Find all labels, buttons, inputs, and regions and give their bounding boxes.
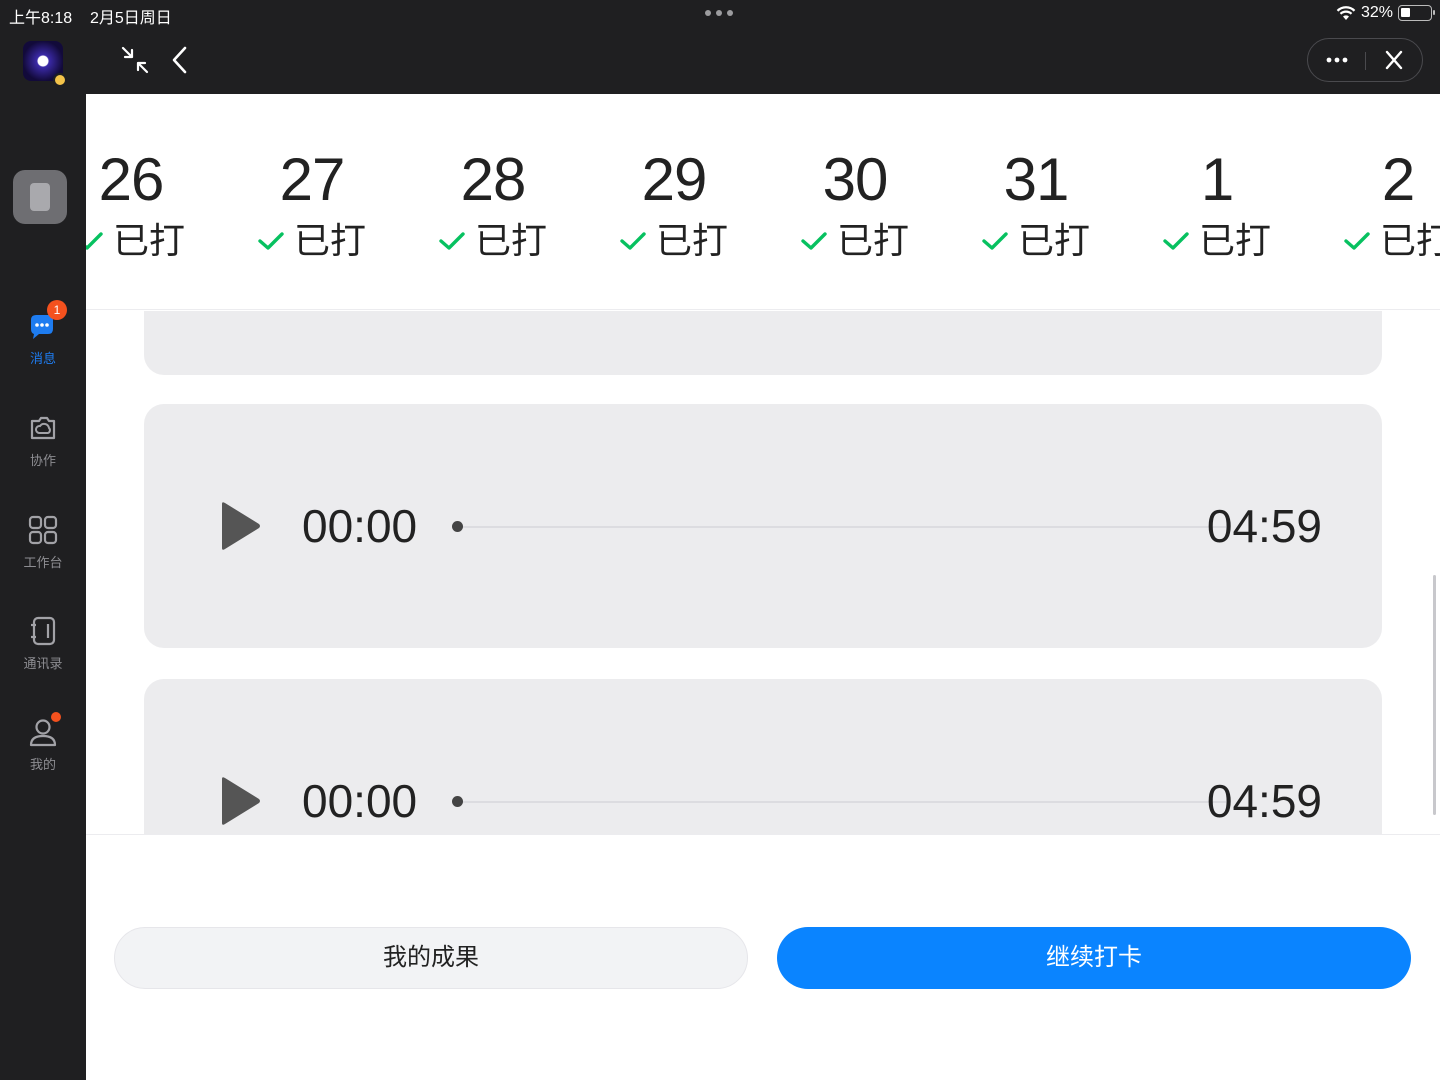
grid-apps-icon [27, 514, 59, 546]
day-number: 30 [822, 146, 889, 213]
contacts-book-icon [27, 615, 59, 647]
main-content: 26 已打 27 已打 28 已打 29 已打 30 已打 31 已打 1 已打… [86, 94, 1440, 1080]
day-number: 27 [279, 146, 346, 213]
sidebar-item-contacts[interactable]: 通讯录 [0, 615, 86, 672]
day-status-label: 已打 [655, 220, 728, 261]
day-item[interactable]: 26 已打 [86, 144, 221, 266]
audio-list[interactable]: 00:00 04:59 00:00 04:59 [86, 311, 1440, 834]
bottom-action-bar: 我的成果 继续打卡 [86, 834, 1440, 1080]
my-results-button[interactable]: 我的成果 [114, 927, 748, 989]
progress-knob[interactable] [452, 796, 463, 807]
progress-knob[interactable] [452, 521, 463, 532]
day-status-label: 已打 [474, 220, 547, 261]
battery-percent: 32% [1360, 4, 1393, 21]
multitasking-dots-icon[interactable] [705, 10, 733, 16]
mini-program-topbar [86, 28, 1440, 94]
close-icon [1385, 50, 1403, 70]
more-dots-icon [1326, 57, 1348, 63]
avatar-status-badge [53, 73, 67, 87]
sidebar-item-label: 我的 [29, 757, 56, 772]
check-icon [1163, 232, 1189, 250]
day-item[interactable]: 29 已打 [584, 144, 764, 266]
check-icon [258, 232, 284, 250]
cloud-folder-icon [27, 412, 59, 444]
total-time: 04:59 [1206, 500, 1322, 552]
day-status-label: 已打 [1198, 220, 1271, 261]
day-status-label: 已打 [1017, 220, 1090, 261]
day-item[interactable]: 2 已打 [1308, 144, 1440, 266]
calendar-strip[interactable]: 26 已打 27 已打 28 已打 29 已打 30 已打 31 已打 1 已打… [86, 94, 1440, 310]
shrink-arrows-icon [121, 46, 149, 74]
day-item[interactable]: 31 已打 [946, 144, 1126, 266]
sidebar-item-me[interactable]: 我的 [0, 712, 86, 773]
capsule-divider [1365, 52, 1366, 70]
sidebar-item-label: 通讯录 [23, 656, 63, 671]
progress-track[interactable] [452, 521, 1226, 532]
sidebar-item-label: 消息 [29, 351, 56, 366]
sidebar: 1 消息 协作 工作台 通讯录 我的 [0, 28, 86, 1080]
check-icon [86, 232, 103, 250]
capsule-menu [1307, 38, 1423, 82]
day-status-label: 已打 [1379, 220, 1440, 261]
day-item[interactable]: 28 已打 [403, 144, 583, 266]
sidebar-item-label: 协作 [29, 453, 56, 468]
close-button[interactable] [1382, 49, 1406, 71]
status-time: 上午8:18 [9, 10, 73, 27]
day-number: 31 [1003, 146, 1070, 213]
shrink-window-button[interactable] [119, 44, 151, 76]
play-icon [222, 502, 260, 550]
continue-checkin-button[interactable]: 继续打卡 [777, 927, 1411, 989]
day-number: 1 [1200, 146, 1234, 213]
day-status-label: 已打 [293, 220, 366, 261]
audio-card: 00:00 04:59 [144, 679, 1382, 834]
total-time: 04:59 [1206, 775, 1322, 827]
progress-track[interactable] [452, 796, 1226, 807]
chevron-left-icon [172, 46, 187, 74]
day-status-label: 已打 [836, 220, 909, 261]
app-avatar[interactable] [23, 41, 67, 87]
audio-card-partial [144, 311, 1382, 375]
day-item[interactable]: 27 已打 [222, 144, 402, 266]
status-date: 2月5日周日 [90, 10, 172, 27]
day-number: 2 [1381, 146, 1415, 213]
check-icon [439, 232, 465, 250]
audio-card: 00:00 04:59 [144, 404, 1382, 648]
more-button[interactable] [1324, 49, 1350, 71]
status-bar: 上午8:18 2月5日周日 32% [0, 0, 1440, 28]
notification-dot [51, 712, 61, 722]
sidebar-item-messages[interactable]: 1 消息 [0, 300, 86, 367]
battery-icon [1398, 5, 1435, 21]
day-number: 26 [98, 146, 165, 213]
day-number: 29 [641, 146, 708, 213]
unread-badge: 1 [47, 300, 67, 320]
mini-app-slot-icon[interactable] [13, 170, 67, 224]
sidebar-item-workbench[interactable]: 工作台 [0, 514, 86, 571]
back-button[interactable] [166, 44, 192, 76]
check-icon [620, 232, 646, 250]
current-time: 00:00 [302, 500, 418, 552]
play-button[interactable] [219, 776, 261, 826]
play-button[interactable] [219, 501, 261, 551]
wifi-icon [1336, 5, 1356, 20]
sidebar-item-label: 工作台 [23, 555, 63, 570]
app-root: 上午8:18 2月5日周日 32% 1 消息 协作 工作台 通讯录 我的 26 … [0, 0, 1440, 1080]
sidebar-item-collab[interactable]: 协作 [0, 412, 86, 469]
play-icon [222, 777, 260, 825]
day-status-label: 已打 [112, 220, 185, 261]
day-number: 28 [460, 146, 527, 213]
check-icon [1344, 232, 1370, 250]
day-item[interactable]: 30 已打 [765, 144, 945, 266]
check-icon [801, 232, 827, 250]
scrollbar[interactable] [1433, 575, 1436, 815]
day-item[interactable]: 1 已打 [1127, 144, 1307, 266]
check-icon [982, 232, 1008, 250]
status-right: 32% [1336, 4, 1435, 22]
chat-bubble-icon: 1 [27, 300, 67, 342]
current-time: 00:00 [302, 775, 418, 827]
person-icon [27, 712, 61, 748]
